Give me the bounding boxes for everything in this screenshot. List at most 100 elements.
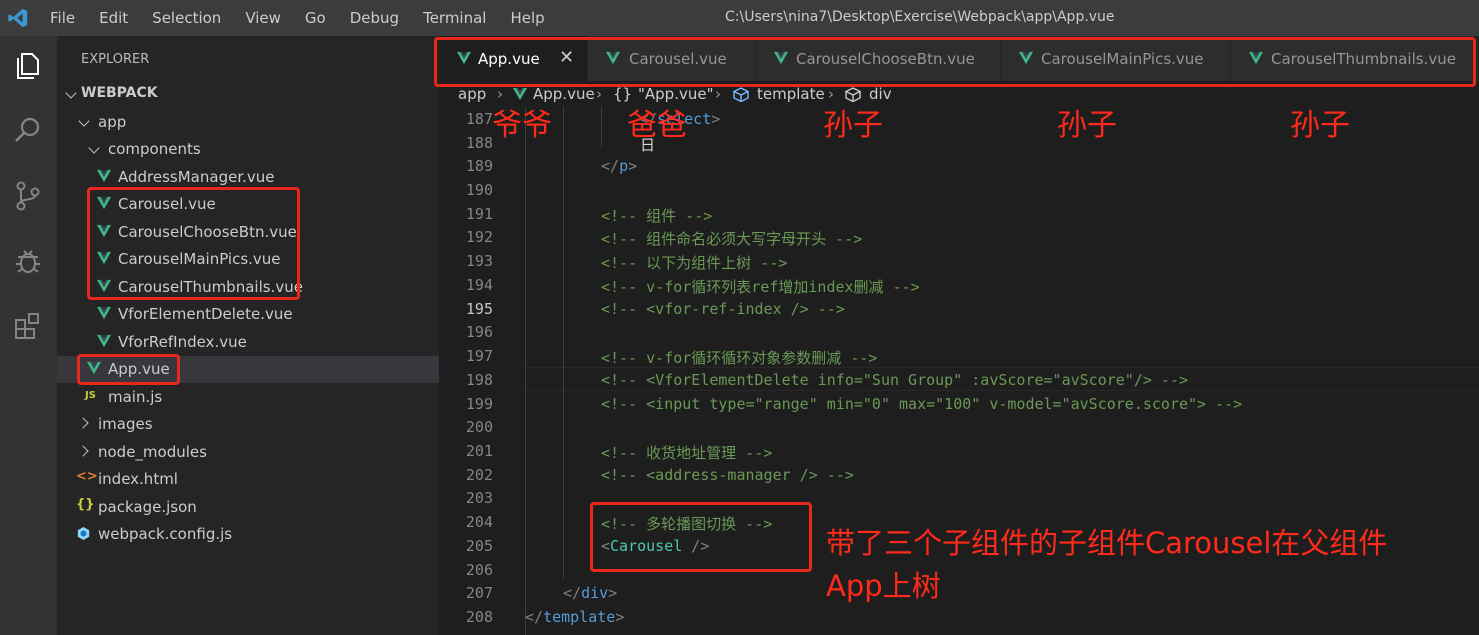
code-line: </template> (525, 608, 624, 626)
vue-file-icon (97, 306, 111, 320)
tree-folder-node-modules[interactable]: node_modules (57, 439, 439, 466)
code-token: > (615, 608, 625, 626)
explorer-title: EXPLORER (81, 52, 150, 67)
carousel-usage-highlight-box (590, 502, 812, 572)
line-number: 190 (465, 181, 493, 199)
tree-folder-app[interactable]: app (57, 109, 439, 136)
vue-file-icon (97, 334, 111, 348)
code-line: <!-- v-for循环列表ref增加index删减 --> (601, 278, 920, 296)
tree-folder-images[interactable]: images (57, 411, 439, 438)
breadcrumb-app[interactable]: app (458, 85, 486, 103)
tree-label: images (98, 415, 153, 433)
menu-debug[interactable]: Debug (350, 9, 399, 27)
line-number: 193 (465, 252, 493, 270)
line-number: 194 (465, 276, 493, 294)
vue-file-icon (513, 87, 527, 101)
tree-label: VforRefIndex.vue (118, 333, 247, 351)
chevron-right-icon: › (715, 85, 721, 103)
chevron-right-icon (77, 417, 89, 429)
chevron-right-icon: › (596, 85, 602, 103)
line-number: 189 (465, 157, 493, 175)
annotation-note-line-2: App上树 (826, 569, 941, 603)
tree-label: AddressManager.vue (118, 168, 275, 186)
code-token: </ (563, 584, 582, 602)
line-number: 192 (465, 228, 493, 246)
line-number: 203 (465, 489, 493, 507)
code-token: template (543, 608, 616, 626)
tree-label: index.html (98, 470, 178, 488)
line-number: 208 (465, 608, 493, 626)
menu-selection[interactable]: Selection (152, 9, 221, 27)
tree-root-label: WEBPACK (81, 85, 158, 101)
source-control-icon[interactable] (8, 176, 48, 216)
line-number: 207 (465, 584, 493, 602)
explorer-sidebar: EXPLORER WEBPACK app components AddressM… (57, 36, 439, 635)
line-number: 197 (465, 347, 493, 365)
code-line: </div> (563, 584, 617, 602)
json-file-icon: {} (76, 497, 95, 512)
menu-terminal[interactable]: Terminal (423, 9, 486, 27)
carousel-files-highlight-box (87, 187, 300, 300)
line-number: 191 (465, 205, 493, 223)
menu-bar: File Edit Selection View Go Debug Termin… (50, 0, 569, 36)
line-number: 200 (465, 418, 493, 436)
chevron-down-icon (78, 115, 90, 127)
line-number: 201 (465, 442, 493, 460)
code-line: <!-- 组件 --> (601, 207, 713, 225)
chevron-down-icon (88, 142, 100, 154)
code-token: div (581, 584, 609, 602)
code-line: <!-- 以下为组件上树 --> (601, 254, 788, 272)
explorer-icon[interactable] (8, 46, 48, 86)
extensions-icon[interactable] (8, 306, 48, 346)
app-vue-highlight-box (77, 354, 180, 385)
annotation-grandson-3: 孙子 (1290, 108, 1350, 143)
tree-file-webpack-config[interactable]: webpack.config.js (57, 521, 439, 548)
line-number: 195 (465, 300, 493, 318)
search-icon[interactable] (8, 110, 48, 150)
breadcrumb-template[interactable]: template (757, 85, 825, 103)
menu-go[interactable]: Go (305, 9, 326, 27)
code-token: > (628, 157, 638, 175)
cube-icon (733, 87, 749, 102)
debug-icon[interactable] (8, 241, 48, 281)
menu-help[interactable]: Help (510, 9, 544, 27)
tree-folder-components[interactable]: components (57, 136, 439, 163)
vscode-logo-icon (8, 8, 28, 28)
code-line: </p> (601, 157, 637, 175)
code-token: > (711, 110, 721, 128)
line-number: 205 (465, 537, 493, 555)
menu-file[interactable]: File (50, 9, 75, 27)
line-number: 196 (465, 323, 493, 341)
menu-view[interactable]: View (245, 9, 281, 27)
code-token: </ (525, 608, 544, 626)
tree-root-webpack[interactable]: WEBPACK (57, 81, 439, 108)
vue-file-icon (97, 169, 111, 183)
tree-label: components (108, 140, 201, 158)
chevron-right-icon (77, 445, 89, 457)
annotation-dad: 爸爸 (627, 108, 687, 143)
tree-file-vforrefindex[interactable]: VforRefIndex.vue (57, 329, 439, 356)
tree-label: VforElementDelete.vue (118, 305, 293, 323)
tabs-highlight-box (434, 37, 1476, 87)
tree-file-package-json[interactable]: {} package.json (57, 494, 439, 521)
tree-file-mainjs[interactable]: JS main.js (57, 384, 439, 411)
tree-file-index-html[interactable]: <> index.html (57, 466, 439, 493)
tree-file-vforelementdelete[interactable]: VforElementDelete.vue (57, 301, 439, 328)
line-number: 187 (465, 110, 493, 128)
tree-label: webpack.config.js (98, 525, 233, 543)
code-line: <!-- 组件命名必须大写字母开头 --> (601, 230, 863, 248)
annotation-grandson-1: 孙子 (823, 108, 883, 143)
indent-guide (563, 107, 564, 579)
js-file-icon: JS (85, 390, 96, 401)
annotation-grandpa: 爷爷 (492, 108, 552, 143)
annotation-grandson-2: 孙子 (1057, 108, 1117, 143)
code-token: </ (601, 157, 620, 175)
code-token: p (619, 157, 629, 175)
line-number: 188 (465, 134, 493, 152)
line-number: 199 (465, 395, 493, 413)
code-line: <!-- <input type="range" min="0" max="10… (601, 395, 1243, 413)
menu-edit[interactable]: Edit (99, 9, 128, 27)
tree-label: node_modules (98, 443, 207, 461)
line-number: 202 (465, 466, 493, 484)
line-number: 204 (465, 513, 493, 531)
